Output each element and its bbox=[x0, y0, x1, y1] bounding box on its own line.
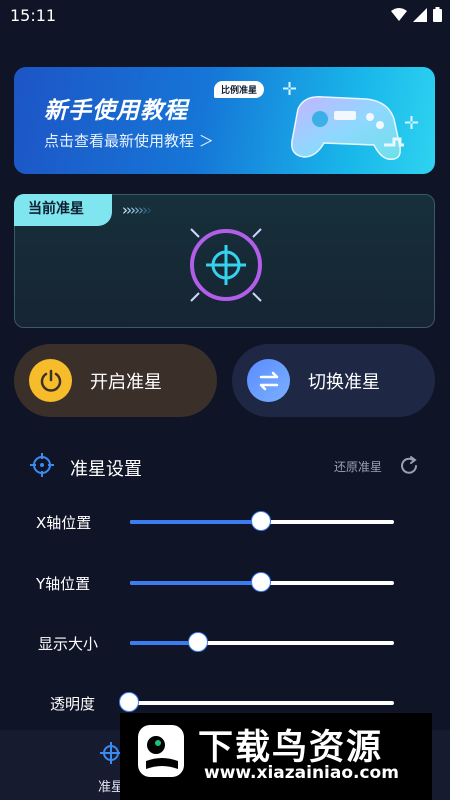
slider-thumb[interactable] bbox=[251, 572, 271, 592]
tutorial-banner[interactable]: 新手使用教程 点击查看最新使用教程 ＞ 比例准星 ✛ ✛ bbox=[14, 67, 435, 174]
slider-label: Y轴位置 bbox=[36, 575, 91, 593]
slider-thumb[interactable] bbox=[251, 511, 271, 531]
wifi-icon bbox=[391, 7, 407, 21]
banner-subtitle-link[interactable]: 点击查看最新使用教程 ＞ bbox=[44, 130, 214, 151]
crosshair-tab-icon[interactable] bbox=[100, 742, 122, 764]
slider-label: X轴位置 bbox=[36, 514, 92, 532]
banner-title: 新手使用教程 bbox=[44, 98, 188, 124]
slider-track[interactable] bbox=[130, 572, 394, 592]
slider-track[interactable] bbox=[119, 692, 394, 712]
bird-logo-icon bbox=[138, 725, 184, 777]
crosshair-settings-header: 准星设置 还原准星 bbox=[30, 450, 422, 482]
switch-crosshair-label: 切换准星 bbox=[308, 372, 380, 393]
current-crosshair-card: 当前准星 ››››››› bbox=[14, 194, 435, 328]
enable-crosshair-label: 开启准星 bbox=[90, 372, 162, 393]
refresh-icon[interactable] bbox=[398, 455, 420, 477]
slider-label: 透明度 bbox=[50, 695, 96, 713]
target-icon bbox=[30, 453, 54, 477]
signal-icon bbox=[413, 7, 427, 22]
watermark-url: www.xiazainiao.com bbox=[204, 763, 399, 783]
slider-track[interactable] bbox=[130, 511, 394, 531]
slider-label: 显示大小 bbox=[38, 635, 99, 653]
settings-title: 准星设置 bbox=[70, 459, 142, 480]
status-bar: 15:11 bbox=[0, 0, 450, 32]
power-icon bbox=[29, 359, 72, 402]
battery-icon bbox=[433, 7, 442, 22]
crosshair-icon bbox=[190, 228, 262, 302]
switch-crosshair-button[interactable]: 切换准星 bbox=[232, 344, 435, 417]
slider-y-position: Y轴位置 bbox=[0, 569, 450, 599]
slider-thumb[interactable] bbox=[187, 632, 208, 652]
slider-fill bbox=[130, 520, 262, 524]
gamepad-icon bbox=[291, 96, 404, 160]
current-crosshair-tab: 当前准星 bbox=[14, 194, 112, 226]
enable-crosshair-button[interactable]: 开启准星 bbox=[14, 344, 217, 417]
watermark-overlay: 下载鸟资源 www.xiazainiao.com bbox=[120, 713, 432, 800]
slider-x-position: X轴位置 bbox=[0, 508, 450, 538]
status-time: 15:11 bbox=[10, 6, 57, 25]
banner-tag: 比例准星 bbox=[214, 81, 265, 98]
slider-display-size: 显示大小 bbox=[0, 629, 450, 659]
arrows-decoration: ››››››› bbox=[122, 201, 152, 219]
slider-fill bbox=[130, 581, 262, 585]
status-icons bbox=[391, 7, 442, 22]
reset-crosshair-label[interactable]: 还原准星 bbox=[334, 458, 382, 475]
slider-thumb[interactable] bbox=[119, 692, 139, 712]
sparkle-icon: ✛ bbox=[404, 113, 420, 134]
swap-icon bbox=[247, 359, 290, 402]
slider-track[interactable] bbox=[130, 632, 394, 652]
